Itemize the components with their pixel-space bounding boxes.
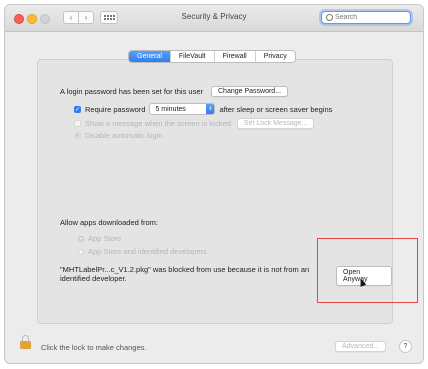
tab-firewall[interactable]: Firewall <box>214 51 256 62</box>
identified-developers-option[interactable]: App Store and identified developers <box>78 247 207 256</box>
search-field[interactable] <box>321 11 411 24</box>
password-delay-select[interactable]: 5 minutes ⇕ <box>149 103 216 115</box>
search-input[interactable] <box>335 14 405 21</box>
set-lock-message-button[interactable]: Set Lock Message... <box>236 118 315 129</box>
advanced-button[interactable]: Advanced... <box>335 341 386 352</box>
login-password-row: A login password has been set for this u… <box>60 86 289 97</box>
chevron-up-down-icon: ⇕ <box>206 104 215 114</box>
tab-bar: General FileVault Firewall Privacy <box>128 50 296 63</box>
disable-auto-login-label: Disable automatic login <box>85 131 163 140</box>
general-panel: A login password has been set for this u… <box>37 59 418 324</box>
app-store-label: App Store <box>88 234 122 243</box>
disable-auto-login-checkbox[interactable]: ✓ <box>74 132 81 139</box>
after-sleep-label: after sleep or screen saver begins <box>219 104 333 114</box>
help-icon[interactable]: ? <box>399 340 412 353</box>
require-password-row: ✓ Require password 5 minutes ⇕ after sle… <box>74 103 332 115</box>
search-icon <box>326 14 333 21</box>
tab-general[interactable]: General <box>129 51 171 62</box>
app-store-option[interactable]: App Store <box>78 234 121 243</box>
identified-developers-label: App Store and identified developers <box>88 247 207 256</box>
lock-icon[interactable] <box>20 335 31 349</box>
show-message-checkbox[interactable] <box>74 120 81 127</box>
footer: Click the lock to make changes. Advanced… <box>5 331 423 363</box>
tab-privacy[interactable]: Privacy <box>255 51 295 62</box>
require-password-label: Require password <box>85 104 146 114</box>
app-store-radio[interactable] <box>78 235 84 242</box>
change-password-button[interactable]: Change Password... <box>211 86 289 97</box>
lock-hint-text: Click the lock to make changes. <box>41 343 147 352</box>
show-message-row: Show a message when the screen is locked… <box>74 118 315 129</box>
blocked-app-message: "MHTLabelPr...c_V1.2.pkg" was blocked fr… <box>60 265 310 283</box>
login-password-message: A login password has been set for this u… <box>60 87 203 96</box>
security-privacy-window: ‹ › Security & Privacy A login password … <box>4 4 424 364</box>
require-password-checkbox[interactable]: ✓ <box>74 105 81 113</box>
show-message-label: Show a message when the screen is locked <box>85 119 231 128</box>
title-bar: ‹ › Security & Privacy <box>5 5 423 32</box>
password-delay-value: 5 minutes <box>155 105 186 113</box>
tab-filevault[interactable]: FileVault <box>170 51 215 62</box>
allow-apps-heading: Allow apps downloaded from: <box>60 218 158 227</box>
disable-auto-login-row: ✓ Disable automatic login <box>74 131 163 140</box>
identified-developers-radio[interactable] <box>78 248 84 255</box>
